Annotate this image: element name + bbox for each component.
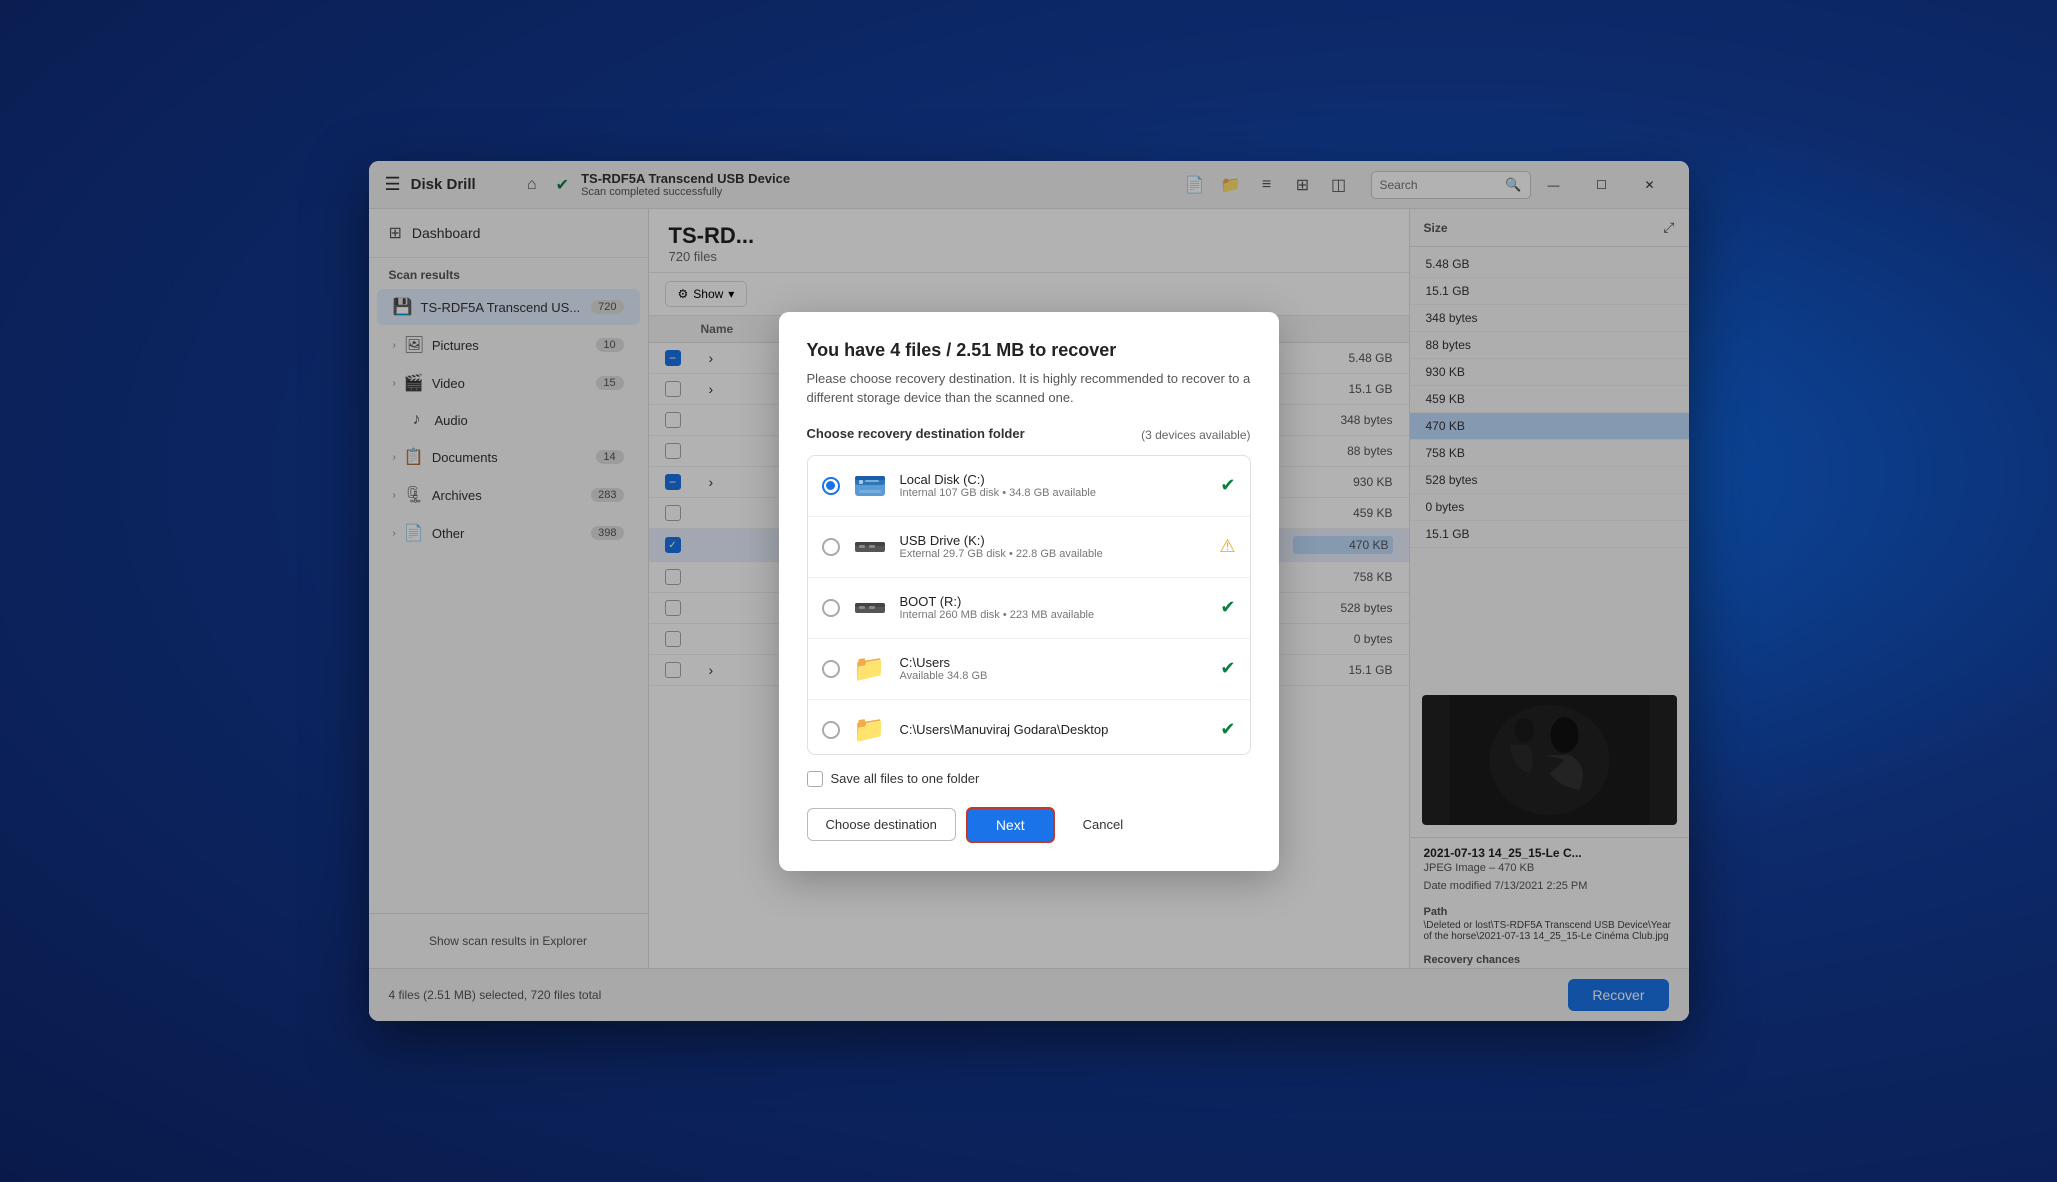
folder-icon: 📁	[852, 651, 888, 687]
device-option-boot[interactable]: BOOT (R:) Internal 260 MB disk • 223 MB …	[808, 578, 1250, 639]
device-radio-boot[interactable]	[822, 599, 840, 617]
device-status-ok-icon: ✔	[1220, 475, 1235, 496]
recovery-modal: You have 4 files / 2.51 MB to recover Pl…	[779, 312, 1279, 871]
device-option-desc: Available 34.8 GB	[900, 670, 1209, 682]
modal-overlay: You have 4 files / 2.51 MB to recover Pl…	[369, 161, 1689, 1021]
device-details: Local Disk (C:) Internal 107 GB disk • 3…	[900, 472, 1209, 499]
device-details: C:\Users\Manuviraj Godara\Desktop	[900, 722, 1209, 737]
device-details: BOOT (R:) Internal 260 MB disk • 223 MB …	[900, 594, 1209, 621]
device-details: USB Drive (K:) External 29.7 GB disk • 2…	[900, 533, 1208, 560]
modal-section-label: Choose recovery destination folder	[807, 426, 1025, 441]
save-folder-row: Save all files to one folder	[807, 771, 1251, 787]
device-status-ok-icon: ✔	[1220, 658, 1235, 679]
cancel-button[interactable]: Cancel	[1065, 809, 1141, 840]
device-radio-local-disk[interactable]	[822, 477, 840, 495]
device-radio-desktop[interactable]	[822, 721, 840, 739]
save-all-checkbox[interactable]	[807, 771, 823, 787]
device-status-ok-icon: ✔	[1220, 597, 1235, 618]
device-status-warn-icon: ⚠	[1219, 536, 1235, 557]
modal-subtitle: Please choose recovery destination. It i…	[807, 369, 1251, 408]
device-option-usb-drive[interactable]: USB Drive (K:) External 29.7 GB disk • 2…	[808, 517, 1250, 578]
local-disk-icon	[852, 468, 888, 504]
app-window: ☰ Disk Drill ⌂ ✔ TS-RDF5A Transcend USB …	[369, 161, 1689, 1021]
usb-drive-icon	[852, 529, 888, 565]
device-radio-usb-drive[interactable]	[822, 538, 840, 556]
devices-list: Local Disk (C:) Internal 107 GB disk • 3…	[807, 455, 1251, 755]
next-button[interactable]: Next	[966, 807, 1055, 843]
device-option-name: USB Drive (K:)	[900, 533, 1208, 548]
modal-devices-count: (3 devices available)	[1141, 428, 1250, 442]
boot-drive-icon	[852, 590, 888, 626]
device-details: C:\Users Available 34.8 GB	[900, 655, 1209, 682]
folder-icon: 📁	[852, 712, 888, 748]
device-option-name: C:\Users	[900, 655, 1209, 670]
device-option-desc: Internal 107 GB disk • 34.8 GB available	[900, 487, 1209, 499]
device-option-desc: External 29.7 GB disk • 22.8 GB availabl…	[900, 548, 1208, 560]
modal-title: You have 4 files / 2.51 MB to recover	[807, 340, 1251, 361]
device-option-desc: Internal 260 MB disk • 223 MB available	[900, 609, 1209, 621]
device-option-cusers[interactable]: 📁 C:\Users Available 34.8 GB ✔	[808, 639, 1250, 700]
modal-section-header: Choose recovery destination folder (3 de…	[807, 426, 1251, 445]
device-option-desktop[interactable]: 📁 C:\Users\Manuviraj Godara\Desktop ✔	[808, 700, 1250, 755]
device-option-name: Local Disk (C:)	[900, 472, 1209, 487]
save-folder-label: Save all files to one folder	[831, 771, 980, 786]
device-status-ok-icon: ✔	[1220, 719, 1235, 740]
device-option-name: C:\Users\Manuviraj Godara\Desktop	[900, 722, 1209, 737]
device-radio-cusers[interactable]	[822, 660, 840, 678]
modal-actions: Choose destination Next Cancel	[807, 807, 1251, 843]
device-option-local-disk[interactable]: Local Disk (C:) Internal 107 GB disk • 3…	[808, 456, 1250, 517]
choose-destination-button[interactable]: Choose destination	[807, 808, 956, 841]
device-option-name: BOOT (R:)	[900, 594, 1209, 609]
